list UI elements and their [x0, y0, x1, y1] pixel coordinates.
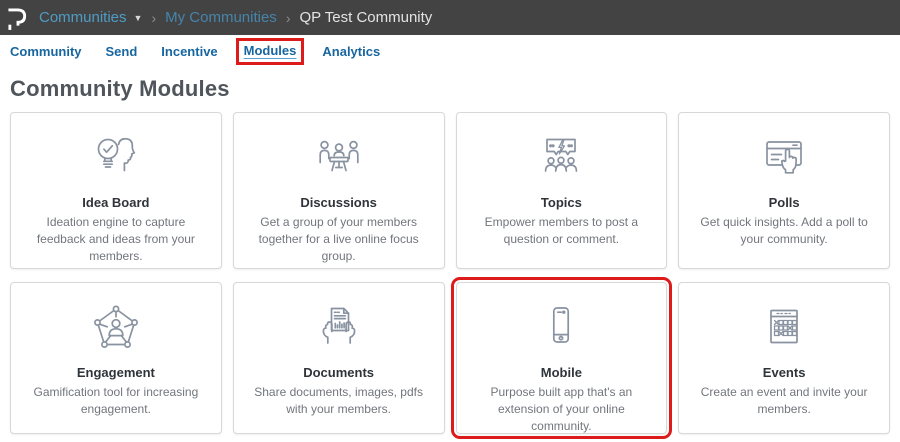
module-title: Idea Board — [11, 195, 221, 210]
topics-icon — [457, 131, 667, 189]
page-title: Community Modules — [10, 76, 900, 102]
module-description: Gamification tool for increasing engagem… — [11, 384, 221, 418]
module-title: Events — [679, 365, 889, 380]
breadcrumb-current-page: QP Test Community — [299, 9, 432, 26]
annotation-box-modules: Modules — [236, 38, 305, 65]
breadcrumb-my-communities[interactable]: My Communities — [165, 9, 277, 26]
module-card-engagement[interactable]: Engagement Gamification tool for increas… — [10, 282, 222, 434]
module-card-discussions[interactable]: Discussions Get a group of your members … — [233, 112, 445, 269]
communities-menu[interactable]: Communities ▼ — [39, 9, 142, 26]
top-navigation-bar: Communities ▼ › My Communities › QP Test… — [0, 0, 900, 35]
tab-incentive[interactable]: Incentive — [161, 44, 217, 59]
breadcrumb-separator-icon: › — [151, 10, 156, 26]
module-title: Discussions — [234, 195, 444, 210]
tab-modules[interactable]: Modules — [244, 43, 297, 58]
communities-menu-label: Communities — [39, 9, 127, 26]
tab-community[interactable]: Community — [10, 44, 82, 59]
module-card-documents[interactable]: Documents Share documents, images, pdfs … — [233, 282, 445, 434]
module-description: Share documents, images, pdfs with your … — [234, 384, 444, 418]
module-grid: Idea Board Ideation engine to capture fe… — [10, 112, 890, 434]
module-title: Mobile — [457, 365, 667, 380]
module-title: Polls — [679, 195, 889, 210]
module-title: Engagement — [11, 365, 221, 380]
section-tab-bar: Community Send Incentive Modules Analyti… — [0, 35, 900, 64]
engagement-icon — [11, 301, 221, 359]
polls-icon — [679, 131, 889, 189]
module-title: Documents — [234, 365, 444, 380]
module-description: Ideation engine to capture feedback and … — [11, 214, 221, 264]
chevron-down-icon: ▼ — [134, 12, 143, 23]
module-card-events[interactable]: Events Create an event and invite your m… — [678, 282, 890, 434]
discussions-icon — [234, 131, 444, 189]
module-description: Purpose built app that's an extension of… — [457, 384, 667, 434]
module-card-polls[interactable]: Polls Get quick insights. Add a poll to … — [678, 112, 890, 269]
questionpro-logo[interactable] — [7, 5, 28, 31]
module-description: Empower members to post a question or co… — [457, 214, 667, 248]
module-description: Get quick insights. Add a poll to your c… — [679, 214, 889, 248]
events-icon — [679, 301, 889, 359]
module-description: Get a group of your members together for… — [234, 214, 444, 264]
module-description: Create an event and invite your members. — [679, 384, 889, 418]
breadcrumb-separator-icon: › — [286, 10, 291, 26]
module-card-idea-board[interactable]: Idea Board Ideation engine to capture fe… — [10, 112, 222, 269]
tab-analytics[interactable]: Analytics — [322, 44, 380, 59]
module-title: Topics — [457, 195, 667, 210]
module-card-topics[interactable]: Topics Empower members to post a questio… — [456, 112, 668, 269]
documents-icon — [234, 301, 444, 359]
mobile-icon — [457, 301, 667, 359]
idea-board-icon — [11, 131, 221, 189]
module-card-mobile[interactable]: Mobile Purpose built app that's an exten… — [456, 282, 668, 434]
tab-send[interactable]: Send — [106, 44, 138, 59]
